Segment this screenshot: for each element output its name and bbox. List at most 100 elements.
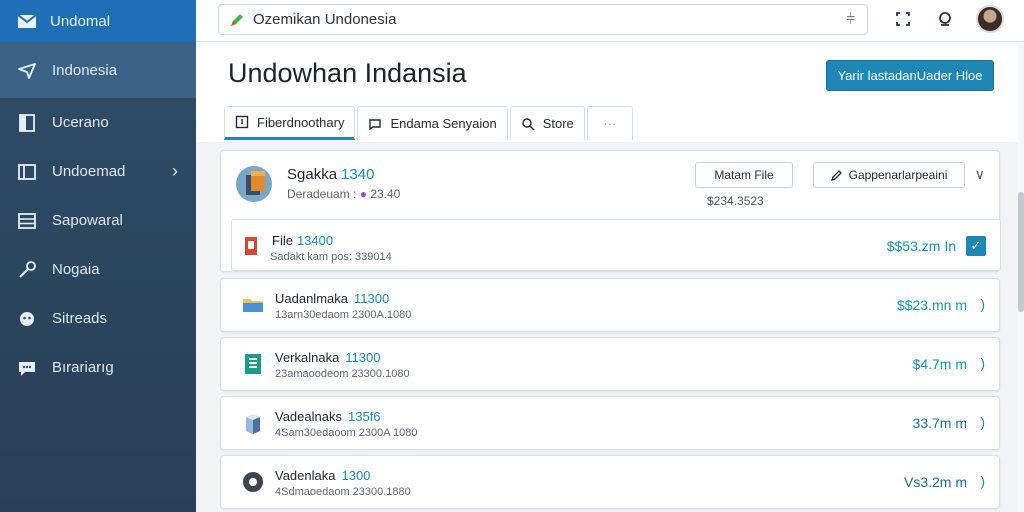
sidebar-item-label: Sitreads bbox=[52, 310, 108, 327]
row-title: Verkalnaka 11300 bbox=[275, 350, 381, 365]
main-content: Undowhan Indansia Yarir lastadanUader Hl… bbox=[196, 42, 1024, 512]
sidebar-item-label: Undoemad bbox=[52, 163, 126, 180]
sidebar-item-label: Sapowaral bbox=[52, 212, 123, 229]
search-bar[interactable]: Ozemikan Undonesia ⫩ bbox=[218, 4, 868, 35]
sidebar-item-label: Bırariarıg bbox=[52, 359, 114, 376]
tab-endama-senyaion[interactable]: Endama Senyaion bbox=[357, 106, 508, 140]
row-number: 11300 bbox=[345, 350, 381, 365]
filter-icon[interactable]: ⫩ bbox=[846, 11, 855, 28]
tab-label: Endama Senyaion bbox=[390, 116, 497, 131]
avatar[interactable] bbox=[976, 5, 1004, 33]
chevron-right-icon: › bbox=[172, 161, 178, 181]
row-price: Vs3.2m m bbox=[903, 474, 967, 490]
matam-file-button[interactable]: Matam File bbox=[695, 162, 793, 188]
check-icon: ✓ bbox=[970, 238, 982, 253]
chat-bubble-icon bbox=[369, 118, 382, 130]
row-number: 135f6 bbox=[347, 409, 381, 424]
row-title-text: Uadanlmaka bbox=[275, 291, 348, 306]
wrench-icon bbox=[19, 260, 36, 278]
row-title: Vadenlaka 1300 bbox=[275, 468, 370, 483]
tab-fiberdnoothary[interactable]: Fiberdnoothary bbox=[224, 106, 356, 140]
document-icon bbox=[19, 113, 35, 132]
sidebar-item-undoemad[interactable]: Undoemad › bbox=[0, 147, 196, 196]
row-meta: 4Sam30edaoom 2300A 1080 bbox=[275, 427, 418, 439]
row-price: 33.7m m bbox=[912, 415, 967, 431]
expanded-card-subtitle: Deradeuam : ● 23.40 bbox=[287, 187, 400, 201]
row-title: Vadealnaks 135f6 bbox=[275, 409, 381, 424]
expanded-title-text: Sgakka bbox=[287, 166, 338, 183]
row-title-text: Verkalnaka bbox=[275, 350, 340, 365]
folder-icon bbox=[243, 299, 263, 312]
row-title-text: Vadealnaks bbox=[275, 409, 342, 424]
sidebar-item-label: Nogaia bbox=[52, 261, 100, 278]
plane-icon bbox=[18, 63, 36, 79]
expanded-card-title: Sgakka 1340 bbox=[287, 166, 374, 183]
row-number: 1300 bbox=[341, 468, 371, 483]
page-title: Undowhan Indansia bbox=[228, 58, 467, 88]
row-meta: 13arn30edaom 2300A.1080 bbox=[275, 309, 412, 321]
expanded-subtitle-text: Deradeuam : bbox=[287, 187, 357, 201]
subrow-price: $$53.zm In bbox=[886, 238, 956, 254]
more-tabs-button[interactable]: ··· bbox=[586, 106, 633, 140]
scrollbar-thumb[interactable] bbox=[1018, 192, 1024, 312]
pencil-logo-icon bbox=[231, 13, 243, 26]
tab-label: Store bbox=[542, 116, 574, 131]
pair-button[interactable]: Gappenarlarpeaini bbox=[813, 162, 965, 188]
ellipsis-icon: ··· bbox=[603, 116, 617, 131]
row-end-marker: ) bbox=[980, 355, 985, 371]
topbar: Ozemikan Undonesia ⫩ bbox=[196, 0, 1024, 42]
row-meta: 23amaoodeom 23300.1080 bbox=[275, 368, 410, 380]
subrow-meta: Sadakt kam pos: 339014 bbox=[270, 251, 392, 263]
page-header: Undowhan Indansia Yarir lastadanUader Hl… bbox=[196, 42, 1024, 142]
list-item[interactable]: Vadealnaks 135f6 4Sam30edaoom 2300A 1080 … bbox=[220, 396, 1000, 450]
tab-bar: Fiberdnoothary Endama Senyaion Store ··· bbox=[224, 106, 635, 140]
row-price: $4.7m m bbox=[912, 356, 967, 372]
row-title-text: Vadenlaka bbox=[275, 468, 336, 483]
subrow-title: File 13400 bbox=[272, 233, 333, 248]
row-meta: 4Sdmaoedaom 23300.1880 bbox=[275, 486, 411, 498]
tab-store[interactable]: Store bbox=[509, 106, 585, 140]
row-end-marker: ) bbox=[980, 414, 985, 430]
sidebar-item-indonesia[interactable]: Indonesia bbox=[0, 42, 196, 98]
file-subrow[interactable]: File 13400 Sadakt kam pos: 339014 $$53.zm… bbox=[231, 219, 1001, 271]
search-icon bbox=[522, 117, 535, 130]
list-item[interactable]: Verkalnaka 11300 23amaoodeom 23300.1080 $… bbox=[220, 337, 1000, 391]
primary-action-button[interactable]: Yarir lastadanUader Hloe bbox=[826, 60, 994, 91]
pair-button-label: Gappenarlarpeaini bbox=[848, 168, 948, 182]
chat-icon bbox=[19, 361, 35, 376]
list-item[interactable]: Uadanlmaka 11300 13arn30edaom 2300A.1080 … bbox=[220, 278, 1000, 332]
sidebar-item-nogaia[interactable]: Nogaia bbox=[0, 245, 196, 294]
checkbox-checked[interactable]: ✓ bbox=[966, 236, 986, 256]
sidebar-item-label: Indonesia bbox=[52, 61, 118, 79]
circle-icon bbox=[243, 472, 263, 492]
row-end-marker: ) bbox=[980, 473, 985, 489]
sidebar: Undomal Indonesia Ucerano Undoemad › Sap… bbox=[0, 0, 196, 512]
sidebar-item-sapowaral[interactable]: Sapowaral bbox=[0, 196, 196, 245]
notifications-icon[interactable] bbox=[934, 8, 956, 30]
group-icon bbox=[20, 311, 34, 326]
mail-logo-icon bbox=[17, 14, 37, 28]
expand-icon[interactable] bbox=[892, 8, 914, 30]
expanded-card-header[interactable]: Sgakka 1340 Deradeuam : ● 23.40 Matam Fil… bbox=[221, 151, 999, 219]
file-red-icon bbox=[245, 237, 257, 255]
pen-icon bbox=[830, 170, 842, 181]
scrollbar-track[interactable] bbox=[1018, 42, 1024, 512]
box-icon bbox=[246, 414, 260, 434]
sidebar-item-ucerano[interactable]: Ucerano bbox=[0, 98, 196, 147]
expanded-card-price: $234.3523 bbox=[707, 194, 764, 208]
search-input[interactable]: Ozemikan Undonesia bbox=[253, 11, 396, 28]
row-title: Uadanlmaka 11300 bbox=[275, 291, 389, 306]
chevron-down-icon[interactable]: ∨ bbox=[975, 166, 985, 183]
book-icon bbox=[18, 163, 36, 180]
sidebar-item-sitreads[interactable]: Sitreads bbox=[0, 294, 196, 343]
sidebar-brand[interactable]: Undomal bbox=[0, 0, 196, 42]
globe-icon: ● bbox=[359, 187, 367, 201]
subrow-title-text: File bbox=[272, 233, 293, 248]
tab-label: Fiberdnoothary bbox=[257, 114, 345, 130]
row-number: 11300 bbox=[354, 291, 390, 306]
square-icon bbox=[235, 115, 249, 129]
brand-label: Undomal bbox=[50, 12, 111, 30]
sidebar-item-brariarig[interactable]: Bırariarıg bbox=[0, 343, 196, 392]
list-item[interactable]: Vadenlaka 1300 4Sdmaoedaom 23300.1880 Vs3… bbox=[220, 455, 1000, 509]
app-box-icon bbox=[236, 166, 272, 202]
